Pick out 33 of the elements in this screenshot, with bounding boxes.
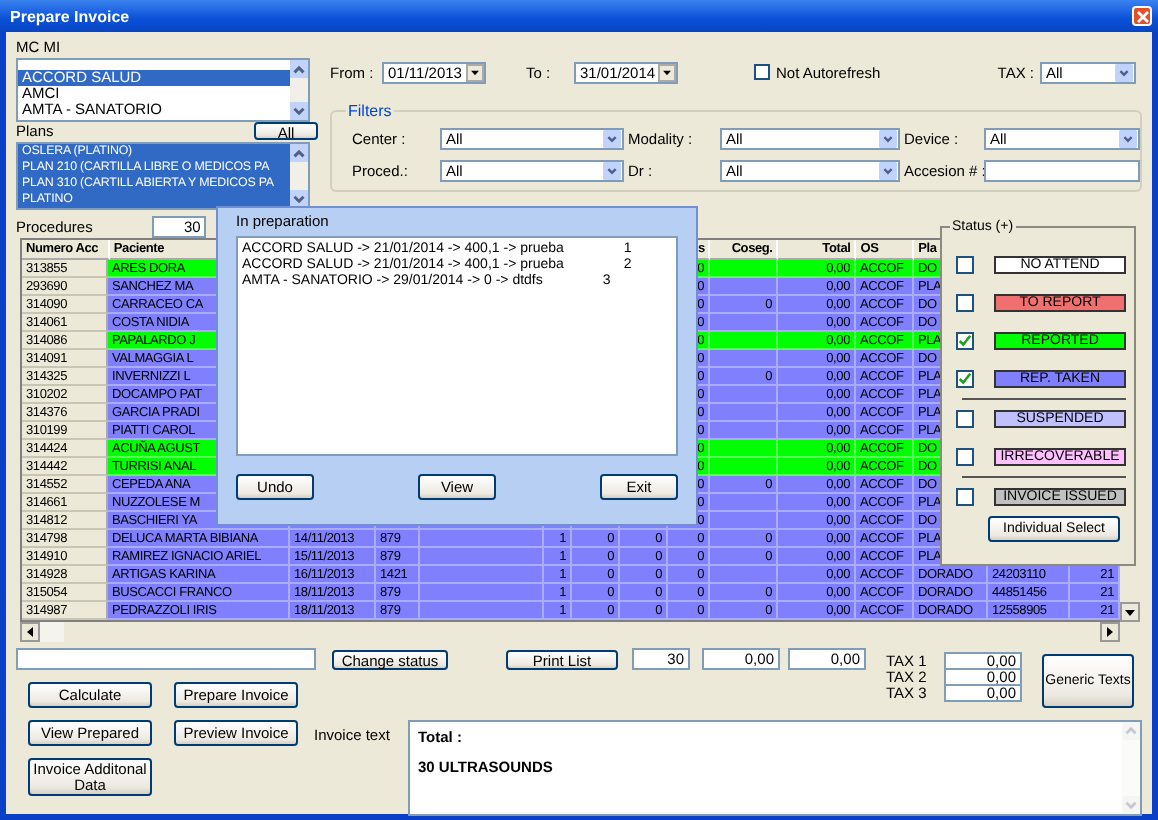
scrollbar[interactable] [290,60,308,120]
chevron-down-icon [878,130,898,148]
checkbox[interactable] [956,448,974,466]
chevron-down-icon [1122,796,1140,814]
checkbox[interactable] [956,332,974,350]
checkbox[interactable] [956,410,974,428]
group-title: Filters [346,102,394,120]
chevron-down-icon [602,162,622,180]
triangle-down-icon [658,63,676,81]
scrollbar[interactable] [1122,722,1140,814]
scroll-down-button[interactable] [1120,602,1140,622]
scrollbar[interactable] [1100,622,1120,642]
checkbox[interactable] [956,294,974,312]
chevron-up-icon [290,60,308,79]
scrollbar[interactable] [20,622,64,642]
checkbox[interactable] [956,370,974,388]
chevron-down-icon [290,101,308,120]
chevron-up-icon [1122,722,1140,740]
checkbox[interactable] [956,256,974,274]
window-title: Prepare Invoice [10,7,130,25]
close-icon [1135,9,1149,23]
triangle-down-icon [466,63,484,81]
input-field[interactable] [984,160,1140,182]
checkbox[interactable] [754,64,770,80]
chevron-down-icon [1114,63,1134,81]
chevron-down-icon [1118,130,1138,148]
checkbox[interactable] [956,488,974,506]
chevron-down-icon [602,130,622,148]
close-button[interactable] [1132,6,1152,26]
chevron-down-icon [878,162,898,180]
chevron-up-icon [290,144,308,162]
scrollbar[interactable] [290,144,308,208]
input-field[interactable] [16,648,316,670]
